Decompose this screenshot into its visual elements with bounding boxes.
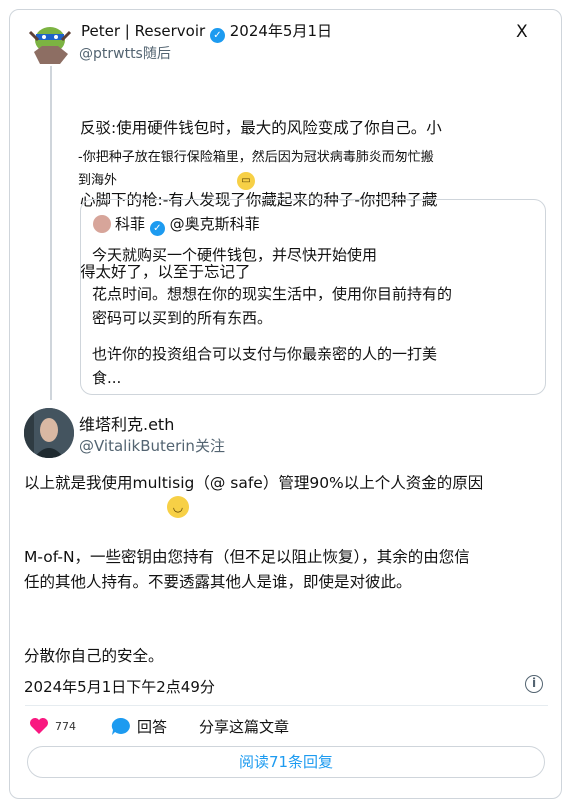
top-author-handle[interactable]: @ptrwtts随后	[79, 43, 171, 63]
ninja-turtle-avatar-icon	[28, 27, 72, 64]
divider	[25, 705, 548, 706]
quoted-author-handle: @奥克斯科菲	[169, 215, 260, 233]
top-tweet-body-line: 反驳:使用硬件钱包时，最大的风险变成了你自己。小	[80, 119, 442, 137]
quoted-author-name: 科菲	[115, 215, 146, 233]
main-tweet-timestamp[interactable]: 2024年5月1日下午2点49分	[24, 676, 215, 697]
speech-bubble-icon	[111, 717, 130, 735]
main-tweet-para2-line: M-of-N，一些密钥由您持有（但不足以阻止恢复），其余的由您信	[24, 548, 470, 566]
share-button[interactable]: 分享这篇文章	[199, 716, 289, 737]
quoted-tweet-line: 花点时间。想想在你的现实生活中，使用你目前持有的	[92, 285, 453, 303]
quoted-tweet[interactable]: 科菲 ✓ @奥克斯科菲 今天就购买一个硬件钱包，并尽快开始使用 花点时间。想想在…	[80, 199, 546, 395]
top-tweet-body2-line: 到海外	[78, 173, 118, 188]
reply-label: 回答	[137, 718, 168, 736]
top-tweet-body2-line: -你把种子放在银行保险箱里，然后因为冠状病毒肺炎而匆忙搬	[78, 150, 434, 165]
like-count: 774	[55, 719, 76, 733]
quoted-tweet-line: 密码可以买到的所有东西。	[92, 309, 273, 327]
close-button[interactable]: X	[516, 22, 528, 42]
kefei-avatar	[93, 215, 111, 233]
grimacing-emoji-icon: ▭	[237, 171, 256, 190]
main-tweet-para3: 分散你自己的安全。	[24, 647, 164, 665]
thread-connector-line	[50, 64, 52, 400]
main-author-handle[interactable]: @VitalikButerin关注	[79, 435, 225, 456]
vitalik-avatar[interactable]	[24, 408, 74, 458]
heart-icon	[30, 718, 48, 734]
reply-button[interactable]: 回答	[110, 716, 167, 737]
top-author-name[interactable]: Peter | Reservoir	[81, 22, 205, 40]
main-tweet-para1: 以上就是我使用multisig（@ safe）管理90%以上个人资金的原因	[24, 474, 484, 492]
quoted-tweet-line: 今天就购买一个硬件钱包，并尽快开始使用	[92, 246, 378, 264]
verified-badge-icon: ✓	[149, 221, 165, 236]
top-tweet-date[interactable]: 2024年5月1日	[230, 22, 332, 40]
verified-badge-icon: ✓	[209, 28, 225, 43]
quoted-tweet-line: 食...	[92, 369, 122, 387]
main-tweet-para2-line: 任的其他人持有。不要透露其他人是谁，即使是对彼此。	[24, 573, 412, 591]
person-avatar-icon	[24, 408, 74, 458]
like-button[interactable]: 774	[29, 717, 76, 735]
main-author-name[interactable]: 维塔利克.eth	[79, 411, 174, 435]
peter-avatar[interactable]	[24, 18, 76, 66]
quoted-tweet-line: 也许你的投资组合可以支付与你最亲密的人的一打美	[92, 345, 438, 363]
info-icon[interactable]: i	[525, 675, 543, 693]
read-replies-button[interactable]: 阅读71条回复	[27, 746, 545, 778]
slightly-smiling-emoji-icon: ◡	[167, 496, 189, 518]
